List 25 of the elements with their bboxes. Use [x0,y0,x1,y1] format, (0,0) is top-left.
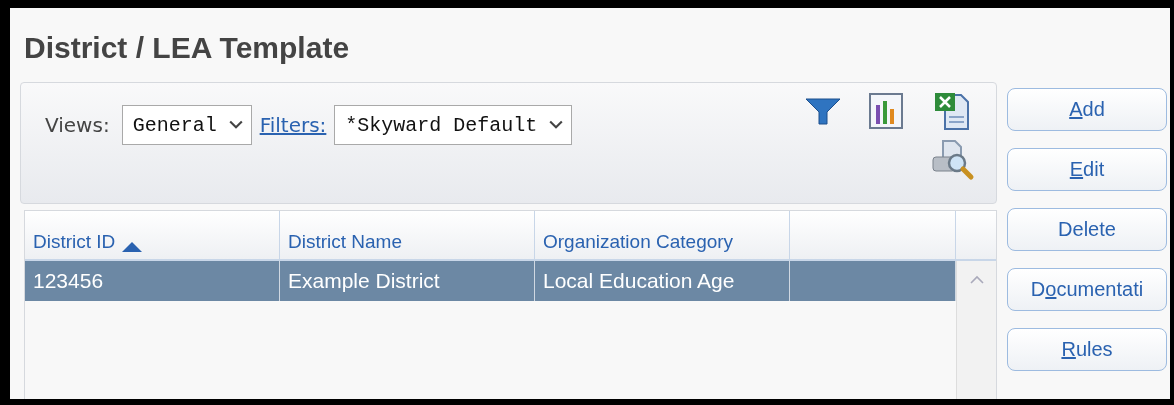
action-button[interactable]: Add [1007,88,1167,131]
table-cell: Local Education Age [535,261,790,301]
column-header[interactable]: District Name [280,211,535,259]
print-preview-icon[interactable] [931,139,975,181]
spreadsheet-icon[interactable] [933,91,971,131]
bar-chart-icon[interactable] [869,93,903,129]
action-button[interactable]: Rules [1007,328,1167,371]
action-button[interactable]: Edit [1007,148,1167,191]
filter-icon[interactable] [805,97,841,127]
views-label: Views: [45,113,110,137]
column-header[interactable]: District ID [25,211,280,259]
sort-ascending-icon [121,241,144,253]
table-cell: Example District [280,261,535,301]
scrollbar[interactable] [956,261,996,399]
chevron-down-icon [549,120,564,130]
column-header[interactable]: Organization Category [535,211,790,259]
table-cell: 123456 [25,261,280,301]
action-button[interactable]: Documentati [1007,268,1167,311]
views-dropdown[interactable]: General [121,105,252,145]
action-button[interactable]: Delete [1007,208,1167,251]
table-row[interactable]: 123456 Example District Local Education Age [25,261,956,301]
filters-dropdown[interactable]: *Skyward Default [334,105,573,145]
page-title: District / LEA Template [24,30,350,66]
chevron-down-icon [228,120,243,130]
filters-link[interactable]: Filters: [259,113,327,137]
